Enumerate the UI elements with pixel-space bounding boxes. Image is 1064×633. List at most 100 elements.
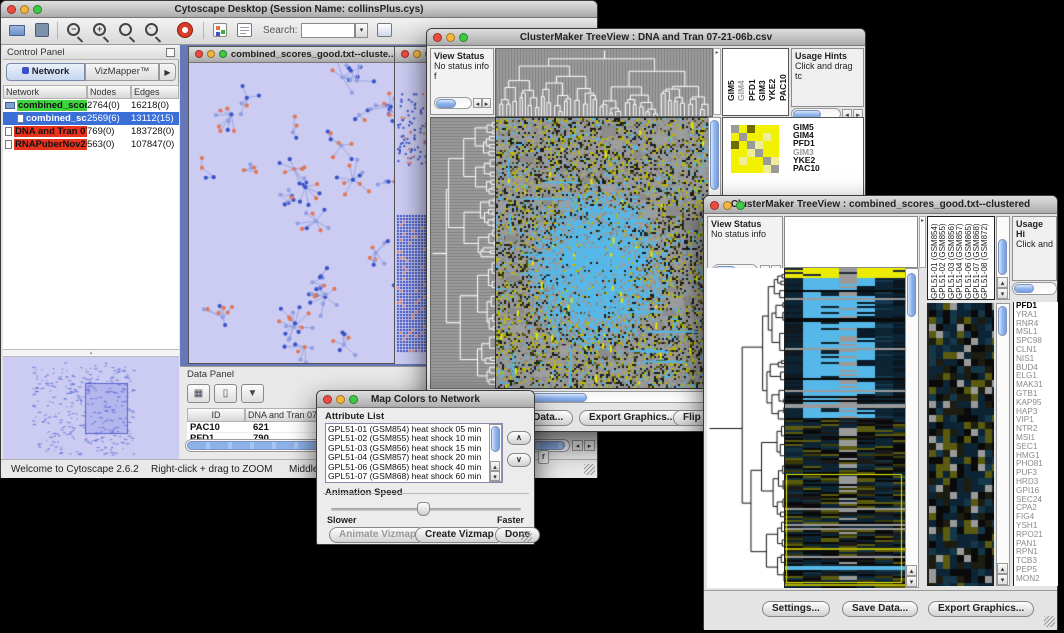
minimize-icon[interactable] bbox=[446, 33, 455, 42]
attribute-list-item[interactable]: GPL51-04 (GSM857) heat shock 20 min bbox=[328, 453, 500, 462]
usage-hints-hscrollbar[interactable] bbox=[1012, 282, 1057, 295]
close-icon[interactable] bbox=[433, 33, 442, 42]
float-panel-icon[interactable] bbox=[166, 48, 175, 57]
view-status-hscrollbar[interactable] bbox=[434, 97, 472, 109]
network-list-row[interactable]: DNA and Tran 07769(0)183728(0) bbox=[3, 125, 179, 138]
scroll-left-icon[interactable]: ◂ bbox=[473, 98, 482, 108]
scrollbar-thumb[interactable] bbox=[1014, 284, 1034, 293]
done-button[interactable]: Done bbox=[495, 527, 540, 543]
scrollbar-thumb[interactable] bbox=[710, 120, 719, 190]
zoom-in-icon[interactable]: + bbox=[93, 23, 106, 36]
scroll-up-icon[interactable]: ▴ bbox=[997, 563, 1008, 574]
scroll-right-icon[interactable]: ▸ bbox=[482, 98, 491, 108]
minimize-icon[interactable] bbox=[20, 5, 29, 14]
row-dendrogram[interactable] bbox=[430, 117, 496, 389]
minimize-icon[interactable] bbox=[336, 395, 345, 404]
treeview2-titlebar[interactable]: ClusterMaker TreeView : combined_scores_… bbox=[704, 196, 1057, 214]
row-dendrogram[interactable] bbox=[707, 268, 784, 588]
close-icon[interactable] bbox=[710, 201, 719, 210]
attribute-list-item[interactable]: GPL51-06 (GSM865) heat shock 40 min bbox=[328, 463, 500, 472]
splitter[interactable]: ▸ bbox=[919, 216, 926, 268]
scroll-down-icon[interactable]: ▾ bbox=[997, 574, 1008, 585]
create-vizmap-button[interactable]: Create Vizmap bbox=[415, 527, 504, 543]
network-manager-icon[interactable] bbox=[213, 23, 227, 37]
scrollbar-thumb[interactable] bbox=[998, 239, 1007, 275]
scroll-right-icon[interactable]: ▸ bbox=[584, 440, 595, 451]
scrollbar-thumb[interactable] bbox=[436, 99, 456, 108]
export-graphics-button[interactable]: Export Graphics... bbox=[928, 601, 1034, 617]
animate-vizmap-button[interactable]: Animate Vizmap bbox=[329, 527, 426, 543]
close-icon[interactable] bbox=[401, 50, 409, 58]
resize-grip[interactable] bbox=[521, 531, 532, 542]
close-icon[interactable] bbox=[195, 50, 203, 58]
zoom-window-icon[interactable] bbox=[459, 33, 468, 42]
heatmap-canvas[interactable] bbox=[784, 268, 905, 588]
zoom-heatmap-canvas[interactable] bbox=[927, 303, 994, 586]
col-edges[interactable]: Edges bbox=[131, 85, 179, 99]
annotation-icon[interactable] bbox=[237, 23, 252, 37]
attribute-list-item[interactable]: GPL51-03 (GSM856) heat shock 15 min bbox=[328, 444, 500, 453]
move-down-button[interactable]: ∨ bbox=[507, 453, 531, 467]
attribute-list-vscrollbar[interactable]: ▴ ▾ bbox=[489, 424, 502, 482]
attribute-list-item[interactable]: GPL51-07 (GSM868) heat shock 60 min bbox=[328, 472, 500, 481]
delete-attribute-icon[interactable]: ▼ bbox=[241, 384, 264, 403]
network-overview-navigator[interactable] bbox=[3, 357, 179, 459]
scroll-up-icon[interactable]: ▴ bbox=[490, 461, 500, 471]
network-list-row[interactable]: combined_scores_2764(0)16218(0) bbox=[3, 99, 179, 112]
overview-handle[interactable]: ▴ bbox=[3, 349, 179, 357]
zoom-selected-icon[interactable] bbox=[119, 23, 132, 36]
correlation-heatmap[interactable] bbox=[731, 125, 779, 173]
resize-grip[interactable] bbox=[584, 464, 595, 475]
move-up-button[interactable]: ∧ bbox=[507, 431, 531, 445]
scroll-left-icon[interactable]: ◂ bbox=[572, 440, 583, 451]
help-lifesaver-icon[interactable] bbox=[177, 22, 193, 38]
attribute-select-icon[interactable]: ▦ bbox=[187, 384, 210, 403]
zoom-out-icon[interactable]: − bbox=[67, 23, 80, 36]
main-titlebar[interactable]: Cytoscape Desktop (Session Name: collins… bbox=[1, 1, 597, 18]
scrollbar-thumb[interactable] bbox=[491, 426, 500, 452]
close-icon[interactable] bbox=[7, 5, 16, 14]
settings-button[interactable]: Settings... bbox=[762, 601, 830, 617]
minimize-icon[interactable] bbox=[723, 201, 732, 210]
new-attribute-icon[interactable]: ▯ bbox=[214, 384, 237, 403]
slider-thumb[interactable] bbox=[417, 502, 430, 516]
zoom-window-icon[interactable] bbox=[33, 5, 42, 14]
splitter[interactable]: ▸ bbox=[713, 48, 721, 115]
scroll-down-icon[interactable]: ▾ bbox=[490, 471, 500, 481]
search-dropdown-icon[interactable]: ▾ bbox=[355, 23, 368, 38]
close-icon[interactable] bbox=[323, 395, 332, 404]
zoom-window-icon[interactable] bbox=[349, 395, 358, 404]
network-list-row[interactable]: combined_sco2569(6)13112(15) bbox=[3, 112, 179, 125]
scroll-down-icon[interactable]: ▾ bbox=[997, 288, 1008, 299]
import-table-icon[interactable] bbox=[377, 23, 392, 37]
col-id[interactable]: ID bbox=[187, 408, 245, 422]
col-network[interactable]: Network bbox=[3, 85, 87, 99]
tab-network[interactable]: Network bbox=[6, 63, 85, 81]
tab-overflow-icon[interactable]: ▶ bbox=[159, 63, 176, 81]
heatmap-vscrollbar[interactable]: ▴ ▾ bbox=[905, 268, 919, 588]
column-dendrogram[interactable] bbox=[495, 48, 713, 117]
zoom-window-icon[interactable] bbox=[219, 50, 227, 58]
attribute-list-item[interactable]: GPL51-02 (GSM855) heat shock 10 min bbox=[328, 434, 500, 443]
minimize-icon[interactable] bbox=[207, 50, 215, 58]
zoom-vscrollbar[interactable]: ▴ ▾ bbox=[996, 303, 1010, 586]
scroll-up-icon[interactable]: ▴ bbox=[997, 277, 1008, 288]
minimize-icon[interactable] bbox=[413, 50, 421, 58]
attribute-browser-tab-tail[interactable]: r bbox=[538, 450, 549, 464]
zoom-fit-icon[interactable]: ▫ bbox=[145, 23, 158, 36]
dialog-titlebar[interactable]: Map Colors to Network bbox=[317, 391, 534, 408]
resize-grip[interactable] bbox=[1044, 616, 1055, 627]
col-nodes[interactable]: Nodes bbox=[87, 85, 131, 99]
save-icon[interactable] bbox=[35, 23, 49, 37]
save-data-button[interactable]: Save Data... bbox=[842, 601, 918, 617]
scroll-up-icon[interactable]: ▴ bbox=[906, 565, 917, 576]
scrollbar-thumb[interactable] bbox=[998, 306, 1007, 336]
column-labels-vscrollbar[interactable]: ▴ ▾ bbox=[996, 216, 1010, 300]
heatmap-canvas[interactable] bbox=[495, 117, 709, 389]
search-input[interactable] bbox=[301, 23, 355, 38]
export-graphics-button[interactable]: Export Graphics... bbox=[579, 410, 685, 426]
attribute-list-item[interactable]: GPL51-01 (GSM854) heat shock 05 min bbox=[328, 425, 500, 434]
scroll-down-icon[interactable]: ▾ bbox=[906, 576, 917, 587]
network-list-row[interactable]: RNAPuberNov2+563(0)107847(0) bbox=[3, 138, 179, 151]
zoom-window-icon[interactable] bbox=[736, 201, 745, 210]
